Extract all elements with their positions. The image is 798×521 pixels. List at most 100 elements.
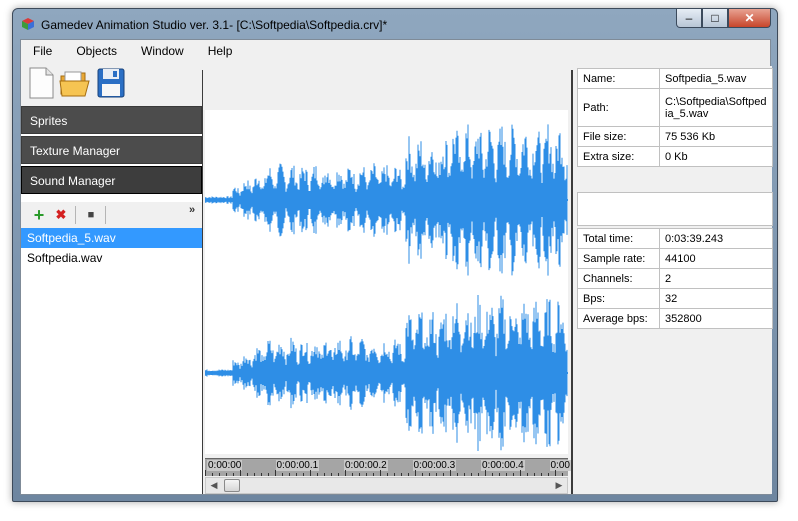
- timeline-tick-mark: [282, 473, 283, 476]
- new-file-icon[interactable]: [25, 66, 57, 100]
- scroll-right-icon[interactable]: ▶: [551, 478, 567, 493]
- horizontal-scrollbar[interactable]: ◀ ▶: [205, 477, 568, 494]
- table-row: Channels: 2: [577, 268, 773, 289]
- table-row: Average bps: 352800: [577, 308, 773, 329]
- timeline-tick-label: 0:00:00.4: [481, 460, 525, 471]
- waveform-panel: 0:00:00 0:00:00.1 0:00:00.2 0:00:00.3 0:00:0…: [203, 70, 571, 494]
- property-key: Path:: [577, 88, 660, 127]
- timeline-tick-mark: [506, 473, 507, 476]
- main-toolbar: [21, 62, 201, 106]
- minimize-button[interactable]: –: [676, 9, 702, 28]
- timeline-tick-mark: [359, 473, 360, 476]
- timeline-tick-label: 0:00:00.2: [344, 460, 388, 471]
- left-panel: Sprites Texture Manager Sound Manager + …: [21, 106, 202, 494]
- timeline-tick-mark: [520, 470, 521, 476]
- maximize-button[interactable]: □: [702, 9, 728, 28]
- audio-info-table: Total time: 0:03:39.243 Sample rate: 44100 C…: [577, 228, 773, 329]
- property-key: Sample rate:: [577, 248, 660, 269]
- property-value: 352800: [659, 308, 773, 329]
- stop-icon[interactable]: ■: [83, 207, 99, 223]
- overflow-chevron-icon[interactable]: »: [184, 202, 200, 218]
- timeline-tick-mark: [268, 473, 269, 476]
- timeline-tick-mark: [338, 473, 339, 476]
- sound-file-list: Softpedia_5.wav Softpedia.wav: [21, 228, 202, 494]
- open-folder-icon[interactable]: [59, 66, 91, 100]
- timeline-tick-mark: [443, 473, 444, 476]
- remove-icon[interactable]: ✖: [53, 207, 69, 223]
- timeline-tick-mark: [429, 473, 430, 476]
- toolbar-separator: [75, 206, 76, 224]
- timeline-tick-mark: [219, 473, 220, 476]
- scroll-left-icon[interactable]: ◀: [206, 478, 222, 493]
- table-row: Path: C:\Softpedia\Softpedia_5.wav: [577, 88, 773, 127]
- property-value: 44100: [659, 248, 773, 269]
- list-item[interactable]: Softpedia.wav: [21, 248, 202, 268]
- table-row: Name: Softpedia_5.wav: [577, 68, 773, 89]
- timeline-tick-mark: [352, 473, 353, 476]
- maximize-icon: □: [711, 11, 719, 25]
- sound-toolbar: + ✖ ■ »: [21, 202, 202, 228]
- timeline-tick-mark: [247, 473, 248, 476]
- menu-file[interactable]: File: [21, 40, 64, 60]
- timeline-tick-mark: [345, 470, 346, 476]
- timeline-tick-mark: [380, 470, 381, 476]
- table-row: Extra size: 0 Kb: [577, 146, 773, 167]
- timeline-tick-mark: [205, 470, 206, 476]
- property-key: Average bps:: [577, 308, 660, 329]
- minimize-icon: –: [685, 11, 693, 25]
- timeline-tick-mark: [436, 473, 437, 476]
- timeline-tick-mark: [289, 473, 290, 476]
- save-floppy-icon[interactable]: [95, 66, 127, 100]
- timeline-tick-mark: [492, 473, 493, 476]
- timeline-tick-mark: [513, 473, 514, 476]
- timeline-ruler[interactable]: 0:00:00 0:00:00.1 0:00:00.2 0:00:00.3 0:00:0…: [205, 458, 571, 476]
- timeline-tick-mark: [450, 470, 451, 476]
- timeline-tick-mark: [457, 473, 458, 476]
- property-value: 32: [659, 288, 773, 309]
- timeline-tick-mark: [275, 470, 276, 476]
- menu-window[interactable]: Window: [129, 40, 196, 60]
- timeline-tick-mark: [478, 473, 479, 476]
- nav-texture-manager[interactable]: Texture Manager: [21, 136, 202, 164]
- property-value: 0:03:39.243: [659, 228, 773, 249]
- toolbar-separator: [105, 206, 106, 224]
- property-value: 75 536 Kb: [659, 126, 773, 147]
- list-item[interactable]: Softpedia_5.wav: [21, 228, 202, 248]
- property-key: Extra size:: [577, 146, 660, 167]
- add-icon[interactable]: +: [31, 205, 47, 225]
- timeline-tick-mark: [527, 473, 528, 476]
- menu-help[interactable]: Help: [196, 40, 245, 60]
- property-key: File size:: [577, 126, 660, 147]
- timeline-tick-mark: [324, 473, 325, 476]
- scroll-thumb[interactable]: [224, 479, 240, 492]
- nav-sound-manager[interactable]: Sound Manager: [21, 166, 202, 194]
- nav-sprites[interactable]: Sprites: [21, 106, 202, 134]
- properties-panel: Name: Softpedia_5.wav Path: C:\Softpedia\So…: [573, 66, 773, 494]
- app-window: Gamedev Animation Studio ver. 3.1- [C:\S…: [12, 8, 778, 502]
- properties-gap: [577, 192, 773, 226]
- timeline-tick-label: 0:00: [549, 460, 571, 471]
- property-value: Softpedia_5.wav: [659, 68, 773, 89]
- menu-objects[interactable]: Objects: [64, 40, 129, 60]
- timeline-tick-label: 0:00:00: [207, 460, 243, 471]
- table-row: File size: 75 536 Kb: [577, 126, 773, 147]
- table-row: Sample rate: 44100: [577, 248, 773, 269]
- close-button[interactable]: ✕: [728, 9, 771, 28]
- timeline-tick-mark: [373, 473, 374, 476]
- waveform-display[interactable]: [205, 110, 568, 454]
- timeline-tick-mark: [233, 473, 234, 476]
- timeline-tick-mark: [317, 473, 318, 476]
- property-value: C:\Softpedia\Softpedia_5.wav: [659, 88, 773, 127]
- property-key: Bps:: [577, 288, 660, 309]
- timeline-tick-mark: [464, 473, 465, 476]
- window-title: Gamedev Animation Studio ver. 3.1- [C:\S…: [41, 18, 388, 32]
- table-row: Bps: 32: [577, 288, 773, 309]
- title-bar[interactable]: Gamedev Animation Studio ver. 3.1- [C:\S…: [13, 9, 777, 39]
- client-area: File Objects Window Help Sprites Texture…: [20, 39, 773, 495]
- timeline-tick-mark: [394, 473, 395, 476]
- property-key: Channels:: [577, 268, 660, 289]
- timeline-tick-mark: [240, 470, 241, 476]
- timeline-tick-mark: [534, 473, 535, 476]
- timeline-tick-mark: [471, 473, 472, 476]
- timeline-tick-mark: [562, 473, 563, 476]
